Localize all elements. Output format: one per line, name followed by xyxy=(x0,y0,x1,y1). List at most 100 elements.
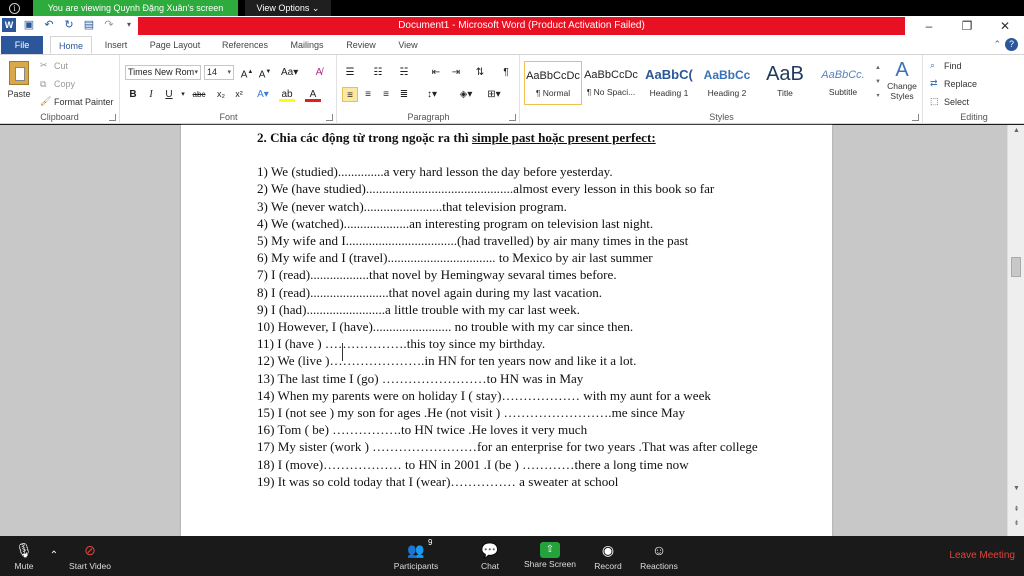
show-formatting-icon[interactable]: ¶ xyxy=(498,65,514,80)
clipboard-launcher-icon[interactable] xyxy=(109,114,116,121)
heading-text: 2. Chia các động từ trong ngoặc ra thì xyxy=(257,130,472,145)
italic-icon[interactable]: I xyxy=(143,87,159,102)
change-case-icon[interactable]: Aa▾ xyxy=(281,65,298,80)
styles-scroll[interactable]: ▲ ▼ ▾ xyxy=(874,61,882,105)
style-title[interactable]: AaB Title xyxy=(756,61,814,105)
style-preview: AaBbC( xyxy=(645,67,693,82)
clear-formatting-icon[interactable]: A̸ xyxy=(311,65,327,80)
superscript-icon[interactable]: x² xyxy=(231,87,247,102)
paragraph-launcher-icon[interactable] xyxy=(509,114,516,121)
grow-font-icon[interactable]: A▲ xyxy=(239,65,255,80)
exercise-line: 4) We (watched)....................an in… xyxy=(257,215,654,231)
style-no-spacing[interactable]: AaBbCcDc ¶ No Spaci... xyxy=(582,61,640,105)
document-page[interactable]: 2. Chia các động từ trong ngoặc ra thì s… xyxy=(181,125,832,536)
mute-button[interactable]: 🎙 Mute xyxy=(6,540,42,571)
ribbon-right-controls: ⌃ ? xyxy=(993,38,1018,51)
shrink-font-icon[interactable]: A▼ xyxy=(257,65,273,80)
previous-page-icon[interactable]: ⇞ xyxy=(1008,505,1024,513)
tab-references[interactable]: References xyxy=(216,36,274,54)
repeat-icon[interactable]: ↷ xyxy=(102,18,116,32)
font-launcher-icon[interactable] xyxy=(326,114,333,121)
borders-icon[interactable]: ⊞▾ xyxy=(486,87,502,102)
scroll-down-icon[interactable]: ▼ xyxy=(1008,485,1024,492)
reactions-button[interactable]: ☺ Reactions xyxy=(636,540,682,571)
chat-button[interactable]: 💬 Chat xyxy=(472,540,508,571)
info-icon[interactable]: i xyxy=(9,3,20,14)
replace-button[interactable]: Replace xyxy=(944,79,977,89)
scroll-up-icon[interactable]: ▲ xyxy=(1008,127,1024,134)
screen: i You are viewing Quynh Đặng Xuân's scre… xyxy=(0,0,1024,576)
format-painter-button[interactable]: Format Painter xyxy=(54,97,114,107)
redo-icon[interactable]: ↻ xyxy=(62,18,76,32)
shading-icon[interactable]: ◈▾ xyxy=(458,87,474,102)
tab-file[interactable]: File xyxy=(1,36,43,54)
justify-icon[interactable]: ≣ xyxy=(396,87,412,102)
start-video-button[interactable]: ⊘ Start Video xyxy=(64,540,116,571)
minimize-icon[interactable]: – xyxy=(910,16,948,36)
decrease-indent-icon[interactable]: ⇤ xyxy=(428,65,444,80)
participants-button[interactable]: 👥 9 Participants xyxy=(388,538,444,571)
style-subtitle[interactable]: AaBbCc. Subtitle xyxy=(814,61,872,105)
style-normal[interactable]: AaBbCcDc ¶ Normal xyxy=(524,61,582,105)
tab-home[interactable]: Home xyxy=(50,36,92,54)
strikethrough-icon[interactable]: abc xyxy=(191,87,207,102)
collapse-ribbon-icon[interactable]: ⌃ xyxy=(993,39,1001,50)
vertical-scrollbar[interactable]: ▲ ▼ ⇞ ⇟ xyxy=(1007,125,1024,536)
share-screen-icon: ⇧ xyxy=(540,542,560,558)
change-styles-icon: A xyxy=(895,59,909,81)
close-icon[interactable]: ✕ xyxy=(986,16,1024,36)
reactions-label: Reactions xyxy=(640,561,678,571)
cut-icon: ✂ xyxy=(40,60,48,70)
audio-options-icon[interactable]: ⌃ xyxy=(46,546,62,566)
align-right-icon[interactable]: ≡ xyxy=(378,87,394,102)
window-controls: – ❐ ✕ xyxy=(910,16,1024,36)
change-styles-button[interactable]: A Change Styles xyxy=(884,59,920,111)
help-icon[interactable]: ? xyxy=(1005,38,1018,51)
record-button[interactable]: ◉ Record xyxy=(588,540,628,571)
restore-icon[interactable]: ❐ xyxy=(948,16,986,36)
tab-insert[interactable]: Insert xyxy=(98,36,134,54)
style-name: Heading 2 xyxy=(707,88,747,98)
bullets-icon[interactable]: ☰ xyxy=(342,65,358,80)
document-area: 2. Chia các động từ trong ngoặc ra thì s… xyxy=(0,125,1024,536)
text-effects-icon[interactable]: A▾ xyxy=(255,87,271,102)
tab-view[interactable]: View xyxy=(390,36,426,54)
style-heading-1[interactable]: AaBbC( Heading 1 xyxy=(640,61,698,105)
multilevel-list-icon[interactable]: ☵ xyxy=(396,65,412,80)
styles-launcher-icon[interactable] xyxy=(912,114,919,121)
bold-icon[interactable]: B xyxy=(125,87,141,102)
leave-meeting-button[interactable]: Leave Meeting xyxy=(949,550,1015,561)
underline-dropdown-icon[interactable]: ▾ xyxy=(175,87,191,102)
font-color-icon[interactable]: A xyxy=(305,87,321,102)
paste-button[interactable]: Paste xyxy=(4,59,34,105)
align-center-icon[interactable]: ≡ xyxy=(360,87,376,102)
select-button[interactable]: Select xyxy=(944,97,969,107)
subscript-icon[interactable]: x₂ xyxy=(213,87,229,102)
align-left-icon[interactable]: ≡ xyxy=(342,87,358,102)
copy-button[interactable]: Copy xyxy=(54,79,75,89)
tab-page-layout[interactable]: Page Layout xyxy=(144,36,206,54)
line-spacing-icon[interactable]: ↕▾ xyxy=(424,87,440,102)
customize-qat-icon[interactable]: ▾ xyxy=(122,18,136,32)
style-heading-2[interactable]: AaBbCc Heading 2 xyxy=(698,61,756,105)
numbering-icon[interactable]: ☷ xyxy=(370,65,386,80)
tab-review[interactable]: Review xyxy=(340,36,382,54)
find-button[interactable]: Find xyxy=(944,61,962,71)
tab-mailings[interactable]: Mailings xyxy=(283,36,331,54)
font-size-select[interactable]: 14 ▾ xyxy=(204,65,234,80)
cut-button[interactable]: Cut xyxy=(54,61,68,71)
style-preview: AaBbCc xyxy=(703,68,751,82)
save-icon[interactable]: ▣ xyxy=(22,18,36,32)
next-page-icon[interactable]: ⇟ xyxy=(1008,519,1024,527)
style-preview: AaBbCc. xyxy=(821,69,865,81)
highlight-icon[interactable]: ab xyxy=(279,87,295,102)
increase-indent-icon[interactable]: ⇥ xyxy=(448,65,464,80)
paste-icon xyxy=(9,61,29,85)
scrollbar-thumb[interactable] xyxy=(1011,257,1021,277)
undo-icon[interactable]: ↶ xyxy=(42,18,56,32)
share-screen-button[interactable]: ⇧ Share Screen xyxy=(522,540,578,569)
view-options-button[interactable]: View Options ⌄ xyxy=(245,0,331,16)
print-preview-icon[interactable]: ▤ xyxy=(82,18,96,32)
sort-icon[interactable]: ⇅ xyxy=(472,65,488,80)
font-family-select[interactable]: Times New Rom ▾ xyxy=(125,65,201,80)
